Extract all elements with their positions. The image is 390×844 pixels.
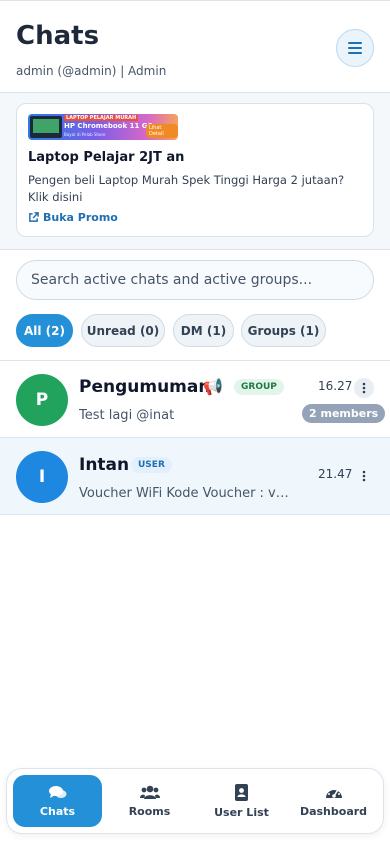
- promo-title: Laptop Pelajar 2JT an: [28, 150, 185, 165]
- filter-dm-chip[interactable]: DM (1): [173, 314, 234, 347]
- external-link-icon: [29, 212, 39, 222]
- laptop-image: [30, 116, 62, 138]
- nav-label: Rooms: [128, 804, 171, 818]
- avatar: I: [16, 451, 68, 503]
- promo-description: Pengen beli Laptop Murah Spek Tinggi Har…: [28, 173, 345, 204]
- filter-groups-chip[interactable]: Groups (1): [241, 314, 326, 347]
- chat-options-button[interactable]: [354, 378, 374, 398]
- bottom-nav: Chats Rooms User List Dashboard: [6, 768, 384, 834]
- nav-dashboard[interactable]: Dashboard: [289, 775, 378, 827]
- app-header: Chats admin (@admin) | Admin: [0, 0, 390, 93]
- nav-chats[interactable]: Chats: [13, 775, 102, 827]
- members-count-badge: 2 members: [302, 404, 386, 423]
- promo-card[interactable]: LAPTOP PELAJAR MURAH HP Chromebook 11 G6…: [16, 103, 374, 237]
- chat-row-pengumuman[interactable]: P Pengumuman 📢 GROUP Test lagi @inat 16.…: [0, 361, 390, 438]
- filter-unread-chip[interactable]: Unread (0): [81, 314, 165, 347]
- user-badge: USER: [131, 457, 172, 473]
- chat-row-intan[interactable]: I Intan USER Voucher WiFi Kode Voucher :…: [0, 438, 390, 515]
- page-title: Chats: [16, 21, 100, 51]
- search-input[interactable]: [16, 260, 374, 300]
- menu-button[interactable]: [336, 29, 374, 67]
- address-book-icon: [235, 783, 248, 801]
- open-promo-label: Buka Promo: [43, 211, 118, 224]
- nav-label: User List: [214, 805, 269, 819]
- chat-options-button[interactable]: [354, 466, 374, 486]
- chat-preview: Voucher WiFi Kode Voucher : vv...: [79, 486, 289, 501]
- avatar: P: [16, 374, 68, 426]
- banner-footer: Bayar di Pelab Shore: [64, 132, 106, 137]
- user-subtitle: admin (@admin) | Admin: [16, 64, 167, 78]
- promo-banner-image[interactable]: LAPTOP PELAJAR MURAH HP Chromebook 11 G6…: [28, 114, 178, 140]
- hamburger-icon: [348, 42, 362, 54]
- kebab-icon: [362, 470, 366, 482]
- chat-time: 16.27: [318, 379, 353, 393]
- group-badge: GROUP: [234, 379, 284, 395]
- megaphone-icon: 📢: [203, 377, 223, 396]
- chat-name: Pengumuman: [79, 377, 211, 397]
- users-icon: [139, 785, 160, 799]
- chat-name: Intan: [79, 455, 130, 475]
- nav-rooms[interactable]: Rooms: [105, 775, 194, 827]
- chat-list: P Pengumuman 📢 GROUP Test lagi @inat 16.…: [0, 360, 390, 515]
- banner-button: Lihat Detail: [146, 124, 178, 138]
- nav-user-list[interactable]: User List: [197, 775, 286, 827]
- chat-preview: Test lagi @inat: [79, 408, 175, 423]
- promo-section: LAPTOP PELAJAR MURAH HP Chromebook 11 G6…: [0, 93, 390, 250]
- comments-icon: [48, 785, 66, 798]
- chat-time: 21.47: [318, 467, 353, 481]
- banner-tag: LAPTOP PELAJAR MURAH: [64, 115, 139, 121]
- filter-all-chip[interactable]: All (2): [16, 314, 73, 347]
- open-promo-link[interactable]: Buka Promo: [28, 211, 118, 224]
- nav-label: Chats: [39, 804, 76, 818]
- banner-product: HP Chromebook 11 G6: [64, 122, 153, 130]
- nav-label: Dashboard: [299, 804, 368, 818]
- gauge-icon: [325, 787, 342, 798]
- kebab-icon: [362, 382, 366, 394]
